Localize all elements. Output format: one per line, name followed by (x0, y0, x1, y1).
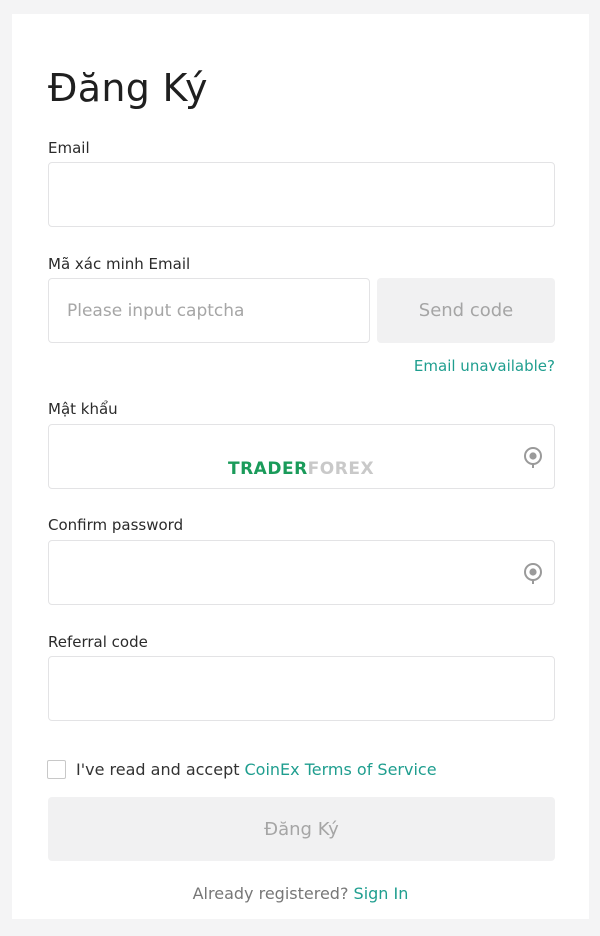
email-label: Email (48, 139, 90, 157)
terms-of-service-link[interactable]: CoinEx Terms of Service (245, 760, 437, 779)
code-label: Mã xác minh Email (48, 255, 191, 273)
sign-in-link[interactable]: Sign In (354, 884, 409, 903)
send-code-button[interactable]: Send code (377, 278, 555, 343)
watermark-part-a: TRADER (228, 459, 308, 479)
terms-row: I've read and accept CoinEx Terms of Ser… (47, 760, 437, 779)
captcha-input[interactable] (49, 279, 369, 342)
signup-card: Đăng Ký Email Mã xác minh Email Send cod… (12, 14, 589, 919)
watermark-logo: TRADERFOREX (228, 459, 374, 479)
already-registered-text: Already registered? (192, 884, 349, 903)
signin-row: Already registered? Sign In (12, 884, 589, 903)
confirm-password-field-box (48, 540, 555, 605)
confirm-password-label: Confirm password (48, 516, 184, 534)
email-field-box (48, 162, 555, 227)
password-field-box (48, 424, 555, 489)
terms-text: I've read and accept (76, 760, 240, 779)
referral-input[interactable] (49, 657, 554, 720)
confirm-password-input[interactable] (49, 541, 554, 604)
eye-icon[interactable] (522, 561, 544, 585)
email-input[interactable] (49, 163, 554, 226)
watermark-part-b: FOREX (307, 459, 375, 479)
page-title: Đăng Ký (48, 66, 208, 110)
email-unavailable-link[interactable]: Email unavailable? (414, 357, 555, 375)
referral-label: Referral code (48, 633, 148, 651)
eye-icon[interactable] (522, 445, 544, 469)
register-button[interactable]: Đăng Ký (48, 797, 555, 861)
code-field-box (48, 278, 370, 343)
terms-checkbox[interactable] (47, 760, 66, 779)
referral-field-box (48, 656, 555, 721)
password-label: Mật khẩu (48, 400, 118, 418)
